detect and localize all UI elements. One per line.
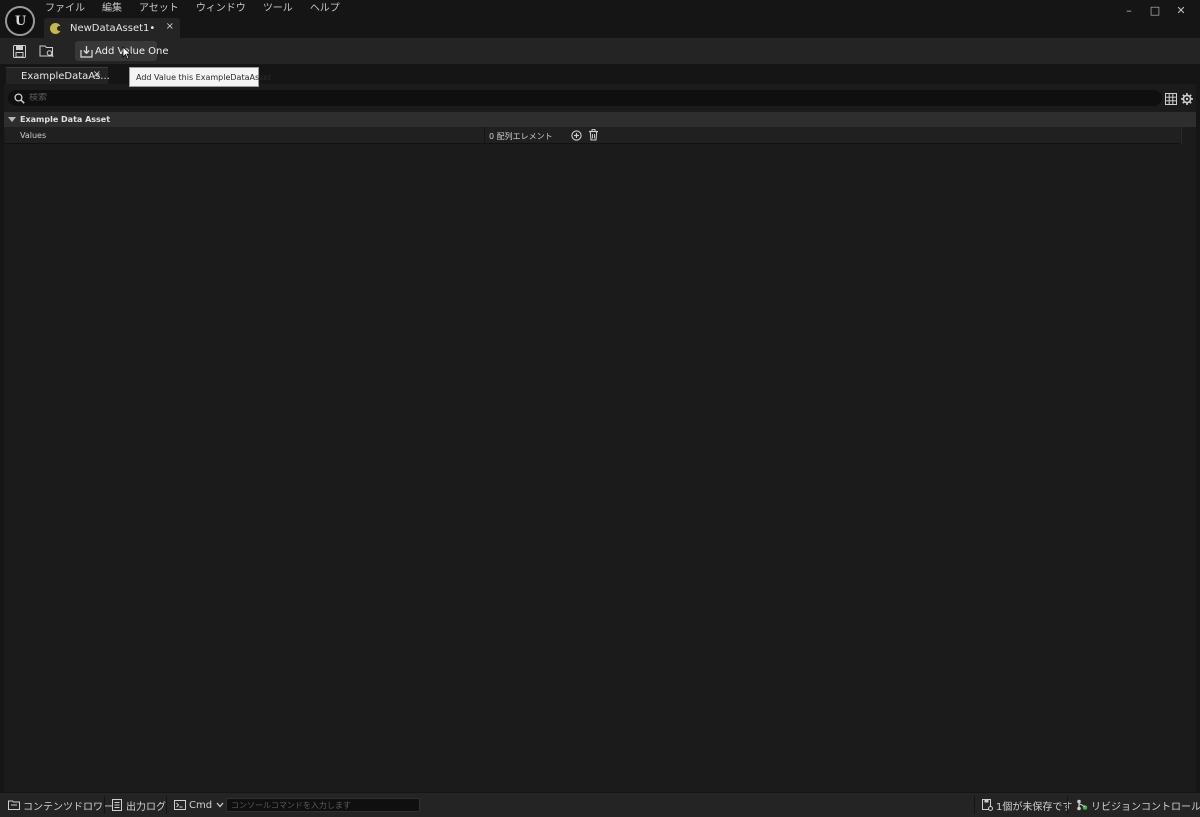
close-window-button[interactable]: ✕ xyxy=(1168,2,1194,18)
menu-file[interactable]: ファイル xyxy=(45,3,85,17)
trash-icon[interactable] xyxy=(588,129,599,141)
scrollbar-track[interactable] xyxy=(1181,127,1196,144)
cmd-dropdown[interactable]: Cmd xyxy=(174,793,224,817)
search-input[interactable] xyxy=(29,93,1129,103)
status-separator xyxy=(166,796,167,814)
minimize-button[interactable]: – xyxy=(1116,2,1142,18)
title-bar: U ファイル 編集 アセット ウィンドウ ツール ヘルプ – □ ✕ NewDa… xyxy=(0,0,1200,38)
data-asset-icon xyxy=(50,22,62,34)
maximize-button[interactable]: □ xyxy=(1142,2,1168,18)
add-value-icon xyxy=(80,44,93,58)
gear-icon[interactable] xyxy=(1181,93,1193,105)
details-panel-tab[interactable]: ExampleDataAs... × xyxy=(6,67,110,84)
column-splitter[interactable] xyxy=(484,127,485,144)
menu-tools[interactable]: ツール xyxy=(263,3,293,17)
revision-control-button[interactable]: リビジョンコントロール xyxy=(1076,793,1200,817)
search-row xyxy=(4,88,1196,108)
tooltip: Add Value this ExampleDataAsset xyxy=(129,67,271,87)
property-name: Values xyxy=(20,131,47,140)
category-header[interactable]: Example Data Asset xyxy=(4,112,1196,127)
console-box xyxy=(226,798,420,812)
details-panel: Example Data Asset Values 0 配列エレメント xyxy=(4,84,1196,792)
document-tab[interactable]: NewDataAsset1• × xyxy=(44,18,180,38)
content-drawer-button[interactable]: コンテンツドロワー xyxy=(8,793,113,817)
save-icon[interactable] xyxy=(11,43,27,59)
search-box xyxy=(8,90,1162,106)
status-separator xyxy=(1067,796,1068,814)
menu-window[interactable]: ウィンドウ xyxy=(196,3,246,17)
mouse-cursor-icon xyxy=(122,46,132,60)
category-label: Example Data Asset xyxy=(20,115,111,124)
property-row: Values 0 配列エレメント xyxy=(5,127,1180,144)
menu-edit[interactable]: 編集 xyxy=(102,3,122,17)
status-separator xyxy=(104,796,105,814)
unsaved-file-icon xyxy=(981,799,993,811)
collapse-arrow-icon[interactable] xyxy=(8,117,16,122)
property-matrix-icon[interactable] xyxy=(1165,93,1177,105)
menu-bar: ファイル 編集 アセット ウィンドウ ツール ヘルプ xyxy=(45,3,357,17)
unreal-logo-icon[interactable]: U xyxy=(5,6,35,36)
unsaved-assets-button[interactable]: 1個が未保存です xyxy=(981,793,1072,817)
document-tab-close-icon[interactable]: × xyxy=(166,21,174,32)
asset-toolbar: Add Value One xyxy=(0,38,1200,64)
console-input[interactable] xyxy=(231,799,417,811)
revision-control-icon xyxy=(1076,799,1088,811)
panel-tab-close-icon[interactable]: × xyxy=(93,69,101,80)
content-drawer-label: コンテンツドロワー xyxy=(23,801,113,813)
terminal-icon xyxy=(174,799,186,811)
menu-help[interactable]: ヘルプ xyxy=(310,3,340,17)
document-tab-label: NewDataAsset1• xyxy=(70,22,156,34)
status-bar: コンテンツドロワー 出力ログ Cmd 1個が未保存です リビジョンコントロール xyxy=(0,792,1200,817)
window-controls: – □ ✕ xyxy=(1116,2,1194,18)
search-icon xyxy=(13,92,25,104)
menu-asset[interactable]: アセット xyxy=(139,3,179,17)
output-log-button[interactable]: 出力ログ xyxy=(111,793,166,817)
cmd-label: Cmd xyxy=(189,799,213,811)
property-value: 0 配列エレメント xyxy=(489,132,553,141)
content-drawer-icon xyxy=(8,799,20,811)
browse-content-icon[interactable] xyxy=(39,43,55,59)
output-log-icon xyxy=(111,799,123,811)
revision-control-label: リビジョンコントロール xyxy=(1091,801,1200,813)
add-element-icon[interactable] xyxy=(571,130,582,141)
output-log-label: 出力ログ xyxy=(126,801,166,813)
chevron-down-icon xyxy=(216,800,224,811)
unsaved-label: 1個が未保存です xyxy=(996,801,1073,813)
add-value-one-button[interactable]: Add Value One xyxy=(75,41,169,61)
status-separator xyxy=(974,796,975,814)
